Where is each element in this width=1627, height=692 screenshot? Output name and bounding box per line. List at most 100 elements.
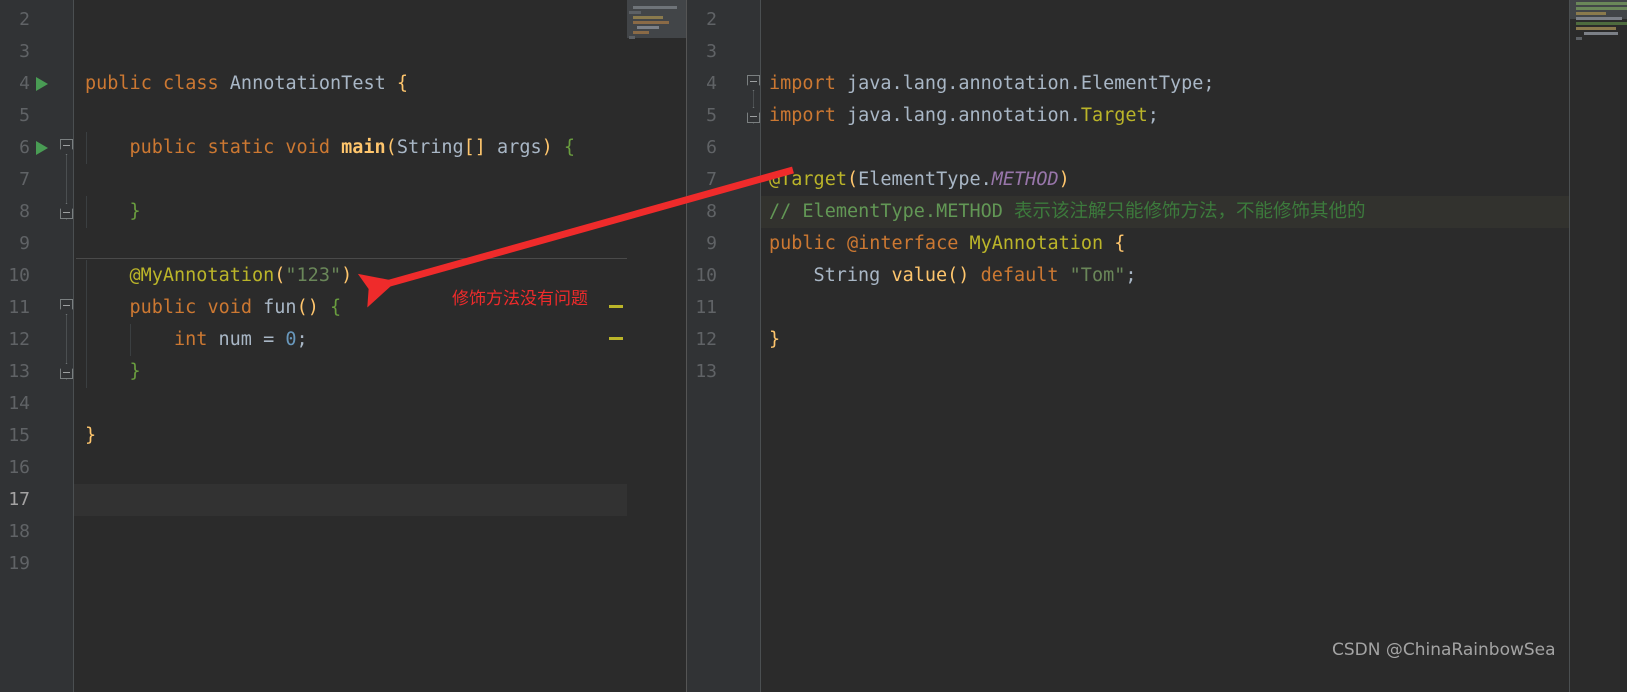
line-number: 17	[8, 489, 30, 510]
warning-stripe[interactable]	[609, 305, 623, 308]
minimap-row	[1576, 2, 1627, 5]
line-number: 3	[706, 41, 717, 62]
code-line[interactable]: import java.lang.annotation.ElementType;	[769, 68, 1215, 100]
warning-stripe[interactable]	[609, 337, 623, 340]
code-line[interactable]: public static void main(String[] args) {	[129, 132, 575, 164]
code-token: // ElementType.METHOD	[769, 201, 1015, 222]
indent-guide	[130, 324, 132, 356]
line-number: 12	[8, 329, 30, 350]
line-number: 14	[8, 393, 30, 414]
code-token: {	[1114, 233, 1126, 254]
code-line[interactable]: int num = 0;	[174, 324, 308, 356]
code-token: void	[285, 137, 342, 158]
minimap-row	[1576, 17, 1622, 20]
code-line[interactable]: import java.lang.annotation.Target;	[769, 100, 1159, 132]
left-editor-panel[interactable]: 2 3 4 5 6 7 8 9 10 11 12 13 14 15 16 17 18 19 public clas…	[0, 0, 627, 692]
code-line[interactable]: // ElementType.METHOD 表示该注解只能修饰方法，不能修饰其他…	[769, 196, 1366, 228]
code-line[interactable]: }	[129, 356, 140, 388]
minimap-row	[1576, 27, 1616, 30]
code-token: {	[396, 73, 409, 94]
right-gutter-separator	[760, 0, 761, 692]
line-number: 18	[8, 521, 30, 542]
minimap-row	[1576, 7, 1627, 10]
line-number: 2	[706, 9, 717, 30]
indent-guide	[86, 324, 87, 356]
code-token: (	[846, 169, 859, 190]
line-number: 13	[8, 361, 30, 382]
code-token: public	[769, 233, 847, 254]
code-token: @Target	[769, 169, 847, 190]
line-number: 13	[695, 361, 717, 382]
code-token: value	[891, 265, 948, 286]
code-token: }	[769, 329, 781, 350]
code-line[interactable]: }	[769, 324, 780, 356]
code-token: java.lang.annotation.	[846, 73, 1081, 94]
code-token: )	[541, 137, 553, 158]
line-number: 8	[19, 201, 30, 222]
code-token: (	[274, 265, 286, 286]
line-number: 3	[19, 41, 30, 62]
code-line[interactable]: @Target(ElementType.METHOD)	[769, 164, 1070, 196]
minimap-row	[1576, 12, 1606, 15]
line-number: 9	[19, 233, 30, 254]
code-token: )	[1058, 169, 1070, 190]
line-number: 5	[706, 105, 717, 126]
minimap-row	[1576, 22, 1627, 25]
run-gutter-icon[interactable]	[36, 141, 48, 155]
line-number: 10	[8, 265, 30, 286]
right-minimap-divider	[1569, 0, 1570, 692]
code-token: AnnotationTest	[229, 73, 386, 94]
minimap-row	[1584, 32, 1618, 35]
line-number: 8	[706, 201, 717, 222]
code-line[interactable]: public void fun() {	[129, 292, 341, 324]
code-token: {	[563, 137, 576, 158]
csdn-watermark: CSDN @ChinaRainbowSea	[1332, 640, 1556, 660]
minimap-row	[633, 21, 669, 24]
code-token: public	[85, 73, 163, 94]
code-token: ()	[296, 297, 319, 318]
method-separator	[76, 258, 627, 259]
right-editor-panel[interactable]: 2 3 4 5 6 7 8 9 10 11 12 13 import java.lang.annota…	[687, 0, 1627, 692]
minimap-row	[629, 36, 635, 39]
indent-guide	[86, 260, 87, 292]
line-number: 12	[695, 329, 717, 350]
code-token: public	[129, 297, 208, 318]
indent-guide	[86, 292, 87, 324]
code-line[interactable]: }	[85, 420, 96, 452]
code-token: METHOD	[991, 169, 1059, 190]
code-token: public	[129, 137, 208, 158]
line-number: 10	[695, 265, 717, 286]
code-token: String	[813, 265, 892, 286]
code-line[interactable]: }	[129, 196, 140, 228]
line-number: 5	[19, 105, 30, 126]
indent-guide	[86, 132, 87, 164]
code-line[interactable]: @MyAnnotation("123")	[129, 260, 352, 292]
code-line[interactable]: public class AnnotationTest {	[85, 68, 408, 100]
code-token: args	[485, 137, 542, 158]
code-token: @interface	[846, 233, 970, 254]
code-token: static	[207, 137, 286, 158]
left-code-area[interactable]	[73, 0, 627, 692]
left-minimap[interactable]	[627, 0, 686, 692]
code-line[interactable]: public @interface MyAnnotation {	[769, 228, 1125, 260]
code-token: ;	[1125, 265, 1137, 286]
callout-label: 修饰方法没有问题	[452, 289, 588, 309]
line-number: 6	[19, 137, 30, 158]
line-number: 15	[8, 425, 30, 446]
code-token: MyAnnotation	[969, 233, 1104, 254]
right-minimap[interactable]	[1570, 0, 1627, 692]
minimap-row	[1576, 37, 1582, 40]
code-token: main	[341, 137, 386, 158]
code-token: void	[207, 297, 264, 318]
code-token: }	[85, 425, 97, 446]
run-gutter-icon[interactable]	[36, 77, 48, 91]
minimap-row	[629, 11, 641, 14]
line-number: 16	[8, 457, 30, 478]
code-token: }	[129, 201, 141, 222]
line-number: 7	[706, 169, 717, 190]
code-line[interactable]: String value() default "Tom";	[813, 260, 1136, 292]
minimap-row	[637, 26, 659, 29]
